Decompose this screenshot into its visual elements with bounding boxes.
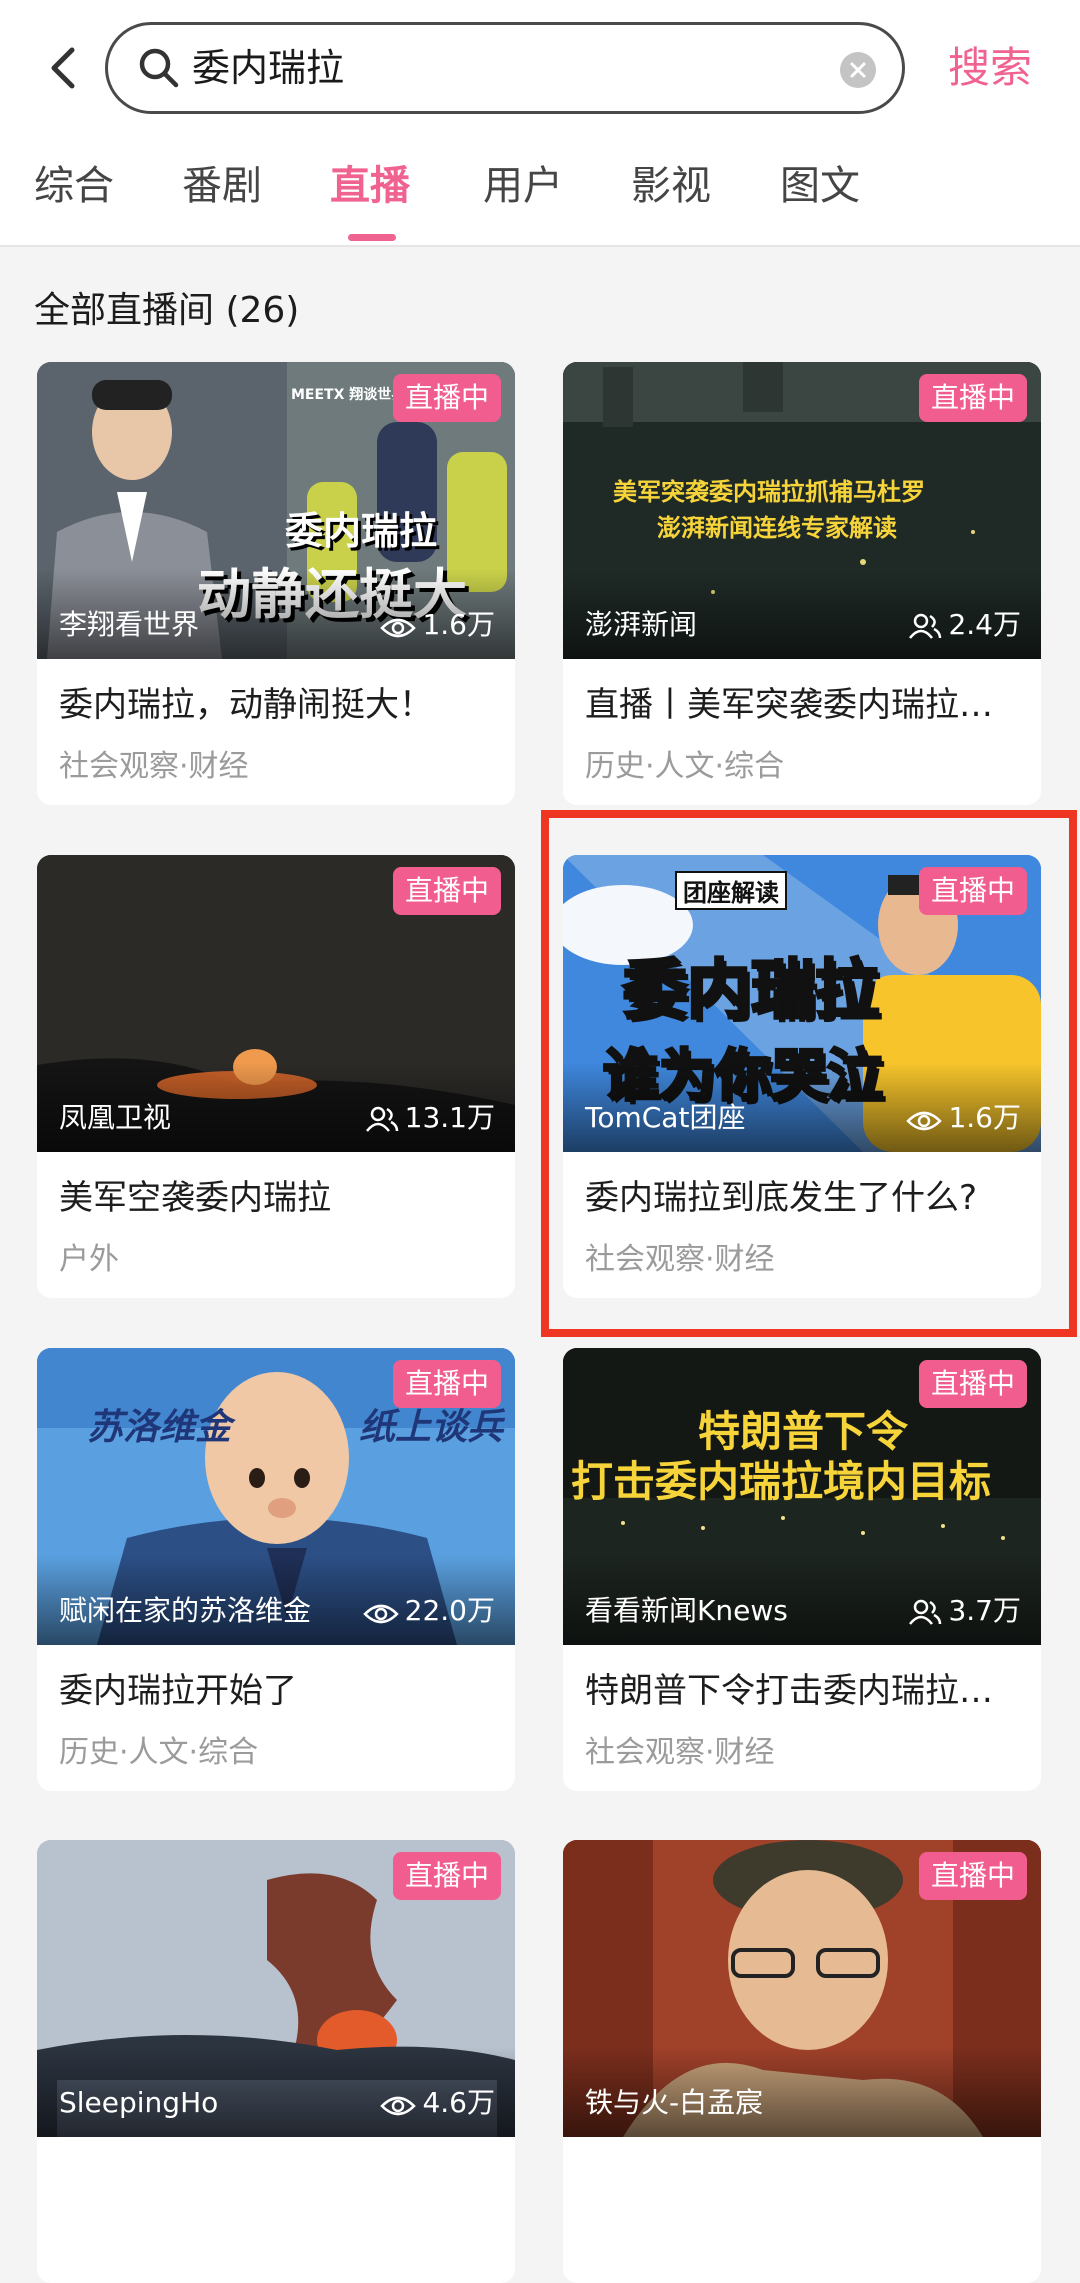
live-card[interactable]: 美军突袭委内瑞拉抓捕马杜罗 澎湃新闻连线专家解读 直播中 澎湃新闻 2.4万 直… xyxy=(563,362,1041,805)
search-box[interactable]: 委内瑞拉 xyxy=(105,22,905,114)
tab-general[interactable]: 综合 xyxy=(34,158,114,214)
thumb-overlay-text: 美军突袭委内瑞拉抓捕马杜罗 xyxy=(613,478,925,506)
live-card[interactable]: 苏洛维金 纸上谈兵 直播中 赋闲在家的苏洛维金 22.0万 委内瑞拉开始了 历史… xyxy=(37,1348,515,1791)
highlight-box xyxy=(541,810,1077,1337)
eye-icon xyxy=(362,1604,399,1624)
eye-icon xyxy=(380,618,417,638)
clear-search-icon[interactable] xyxy=(840,52,876,88)
streamer-name: 看看新闻Knews xyxy=(585,1594,788,1627)
streamer-name: 赋闲在家的苏洛维金 xyxy=(59,1594,312,1627)
viewer-count: 2.4万 xyxy=(948,608,1021,641)
viewer-count-group: 4.6万 xyxy=(380,2083,495,2123)
people-icon xyxy=(365,1106,398,1132)
viewer-count-group: 22.0万 xyxy=(362,1591,495,1631)
live-card[interactable]: 直播中 凤凰卫视 13.1万 美军空袭委内瑞拉 户外 xyxy=(37,855,515,1298)
live-card[interactable]: 委内瑞拉 动静还挺大 MEETX 翔谈世界 直播中 李翔看世界 1.6万 委内瑞… xyxy=(37,362,515,805)
streamer-name: 澎湃新闻 xyxy=(585,608,698,641)
people-icon xyxy=(909,1599,942,1625)
live-card[interactable]: 直播中 SleepingHo 4.6万 xyxy=(37,1840,515,2283)
card-title: 特朗普下令打击委内瑞拉境内目标 xyxy=(585,1671,1025,1711)
search-icon xyxy=(139,48,179,88)
tab-users[interactable]: 用户 xyxy=(483,158,563,214)
top-bar: 委内瑞拉 搜索 综合 番剧 直播 用户 影视 图文 xyxy=(0,0,1080,245)
card-tags: 户外 xyxy=(59,1242,119,1277)
active-tab-indicator xyxy=(348,234,396,241)
live-badge: 直播中 xyxy=(918,374,1027,422)
viewer-count: 1.6万 xyxy=(422,608,495,641)
viewer-count: 3.7万 xyxy=(948,1594,1021,1627)
live-badge: 直播中 xyxy=(918,1360,1027,1408)
live-badge: 直播中 xyxy=(918,1852,1027,1900)
viewer-count-group: 13.1万 xyxy=(365,1098,495,1138)
thumb-logo: MEETX 翔谈世界 xyxy=(291,387,406,403)
thumbnail: 美军突袭委内瑞拉抓捕马杜罗 澎湃新闻连线专家解读 直播中 澎湃新闻 2.4万 xyxy=(563,362,1041,659)
card-title: 美军空袭委内瑞拉 xyxy=(59,1178,331,1218)
live-badge: 直播中 xyxy=(392,1852,501,1900)
card-title: 直播丨美军突袭委内瑞拉抓捕马杜罗 xyxy=(585,685,1025,725)
divider xyxy=(0,245,1080,247)
viewer-count-group: 3.7万 xyxy=(908,1591,1021,1631)
live-badge: 直播中 xyxy=(392,867,501,915)
thumb-overlay-text: 打击委内瑞拉境内目标 xyxy=(571,1457,992,1506)
live-badge: 直播中 xyxy=(392,374,501,422)
thumbnail: 特朗普下令 打击委内瑞拉境内目标 直播中 看看新闻Knews 3.7万 xyxy=(563,1348,1041,1645)
viewer-count-group: 1.6万 xyxy=(380,605,495,645)
tab-articles[interactable]: 图文 xyxy=(780,158,860,214)
streamer-name: 凤凰卫视 xyxy=(59,1101,172,1134)
card-title: 委内瑞拉，动静闹挺大！ xyxy=(59,685,433,725)
people-icon xyxy=(909,613,942,639)
card-tags: 社会观察·财经 xyxy=(59,749,249,784)
back-arrow-icon[interactable] xyxy=(38,40,94,96)
card-tags: 历史·人文·综合 xyxy=(585,749,785,784)
viewer-count: 13.1万 xyxy=(404,1101,495,1134)
streamer-name: 铁与火-白孟宸 xyxy=(585,2086,764,2119)
card-tags: 社会观察·财经 xyxy=(585,1735,775,1770)
tab-anime[interactable]: 番剧 xyxy=(182,158,262,214)
viewer-count: 22.0万 xyxy=(404,1594,495,1627)
card-tags: 历史·人文·综合 xyxy=(59,1735,259,1770)
streamer-name: 李翔看世界 xyxy=(59,608,200,641)
eye-icon xyxy=(380,2096,417,2116)
live-card[interactable]: 特朗普下令 打击委内瑞拉境内目标 直播中 看看新闻Knews 3.7万 特朗普下… xyxy=(563,1348,1041,1791)
search-button[interactable]: 搜索 xyxy=(948,40,1032,96)
thumbnail: 苏洛维金 纸上谈兵 直播中 赋闲在家的苏洛维金 22.0万 xyxy=(37,1348,515,1645)
thumbnail: 委内瑞拉 动静还挺大 MEETX 翔谈世界 直播中 李翔看世界 1.6万 xyxy=(37,362,515,659)
streamer-name: SleepingHo xyxy=(59,2086,219,2119)
thumbnail: 直播中 SleepingHo 4.6万 xyxy=(37,1840,515,2137)
thumbnail: 直播中 铁与火-白孟宸 xyxy=(563,1840,1041,2137)
live-card[interactable]: 直播中 铁与火-白孟宸 xyxy=(563,1840,1041,2283)
section-title: 全部直播间 (26) xyxy=(34,290,300,331)
thumb-overlay-text: 苏洛维金 xyxy=(87,1407,232,1448)
tab-film-tv[interactable]: 影视 xyxy=(631,158,711,214)
thumbnail: 直播中 凤凰卫视 13.1万 xyxy=(37,855,515,1152)
card-title: 委内瑞拉开始了 xyxy=(59,1671,297,1711)
thumb-overlay-text: 澎湃新闻连线专家解读 xyxy=(657,514,897,542)
live-badge: 直播中 xyxy=(392,1360,501,1408)
search-input[interactable]: 委内瑞拉 xyxy=(192,41,344,95)
tab-live[interactable]: 直播 xyxy=(330,158,410,214)
thumb-overlay-text: 委内瑞拉 xyxy=(285,509,438,553)
viewer-count-group: 2.4万 xyxy=(908,605,1021,645)
viewer-count: 4.6万 xyxy=(422,2086,495,2119)
tab-bar: 综合 番剧 直播 用户 影视 图文 xyxy=(0,158,1080,238)
